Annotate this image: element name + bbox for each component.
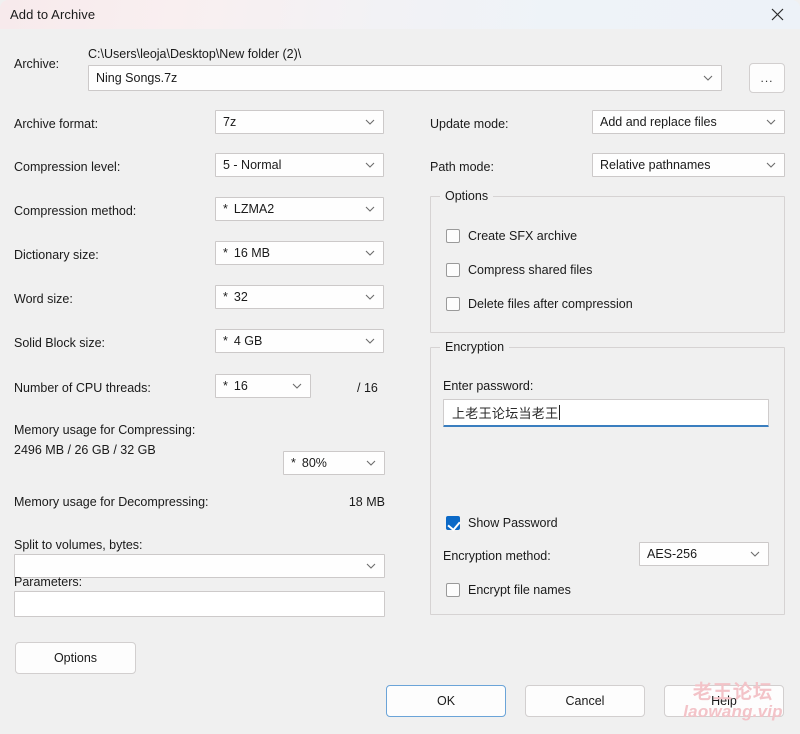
checkbox-compress-shared-files[interactable]: Compress shared files xyxy=(446,263,592,277)
chevron-down-icon xyxy=(292,381,302,391)
archive-format-value: 7z xyxy=(223,115,237,129)
compression-method-label: Compression method: xyxy=(14,204,137,218)
memory-compressing-value: 2496 MB / 26 GB / 32 GB xyxy=(14,443,156,457)
dictionary-size-combo[interactable]: * 16 MB xyxy=(215,241,384,265)
chevron-down-icon xyxy=(366,458,376,468)
chevron-down-icon xyxy=(750,549,760,559)
memory-percent-value: 80% xyxy=(301,456,327,470)
chevron-down-icon xyxy=(365,248,375,258)
checkbox-label: Create SFX archive xyxy=(468,229,578,243)
archive-label: Archive: xyxy=(14,57,60,71)
memory-compressing-label: Memory usage for Compressing: xyxy=(14,423,196,437)
chevron-down-icon xyxy=(365,204,375,214)
checkbox-show-password[interactable]: Show Password xyxy=(446,516,558,530)
chevron-down-icon xyxy=(365,117,375,127)
checkbox-label: Show Password xyxy=(468,516,558,530)
chevron-down-icon xyxy=(766,117,776,127)
ok-button[interactable]: OK xyxy=(386,685,506,717)
cpu-threads-label: Number of CPU threads: xyxy=(14,381,151,395)
compression-level-label: Compression level: xyxy=(14,160,121,174)
solid-block-size-combo[interactable]: * 4 GB xyxy=(215,329,384,353)
parameters-label: Parameters: xyxy=(14,575,83,589)
checkbox-create-sfx-archive[interactable]: Create SFX archive xyxy=(446,229,577,243)
checkbox-label: Compress shared files xyxy=(468,263,593,277)
memory-decompressing-label: Memory usage for Decompressing: xyxy=(14,495,209,509)
solid-block-size-label: Solid Block size: xyxy=(14,336,106,350)
inherited-marker: * xyxy=(223,202,228,216)
cpu-threads-combo[interactable]: * 16 xyxy=(215,374,311,398)
memory-percent-combo[interactable]: * 80% xyxy=(283,451,385,475)
archive-name-value: Ning Songs.7z xyxy=(96,71,178,85)
encryption-group-title: Encryption xyxy=(440,340,510,354)
close-icon[interactable] xyxy=(754,0,800,29)
archive-name-combo[interactable]: Ning Songs.7z xyxy=(88,65,722,91)
compression-level-value: 5 - Normal xyxy=(223,158,282,172)
word-size-value: 32 xyxy=(233,290,248,304)
checkbox-box-icon xyxy=(446,263,460,277)
titlebar: Add to Archive xyxy=(0,0,800,29)
compression-method-value: LZMA2 xyxy=(233,202,275,216)
word-size-combo[interactable]: * 32 xyxy=(215,285,384,309)
inherited-marker: * xyxy=(223,246,228,260)
add-to-archive-dialog: Add to Archive Archive: C:\Users\leoja\D… xyxy=(0,0,800,734)
chevron-down-icon xyxy=(766,160,776,170)
path-mode-combo[interactable]: Relative pathnames xyxy=(592,153,785,177)
cpu-threads-value: 16 xyxy=(233,379,248,393)
solid-block-size-value: 4 GB xyxy=(233,334,263,348)
encryption-method-combo[interactable]: AES-256 xyxy=(639,542,769,566)
window-title: Add to Archive xyxy=(10,7,96,22)
inherited-marker: * xyxy=(223,290,228,304)
chevron-down-icon xyxy=(365,160,375,170)
chevron-down-icon xyxy=(703,73,713,83)
chevron-down-icon xyxy=(365,336,375,346)
dialog-body: Archive: C:\Users\leoja\Desktop\New fold… xyxy=(0,29,800,734)
archive-path-text: C:\Users\leoja\Desktop\New folder (2)\ xyxy=(88,47,302,61)
update-mode-label: Update mode: xyxy=(430,117,509,131)
path-mode-value: Relative pathnames xyxy=(600,158,711,172)
cancel-button[interactable]: Cancel xyxy=(525,685,645,717)
compression-level-combo[interactable]: 5 - Normal xyxy=(215,153,384,177)
archive-format-combo[interactable]: 7z xyxy=(215,110,384,134)
cpu-threads-max: / 16 xyxy=(357,381,378,395)
checkbox-box-icon xyxy=(446,297,460,311)
help-button[interactable]: Help xyxy=(664,685,784,717)
browse-button[interactable]: ... xyxy=(749,63,785,93)
word-size-label: Word size: xyxy=(14,292,73,306)
text-caret xyxy=(559,405,561,420)
checkbox-box-icon xyxy=(446,583,460,597)
split-to-volumes-label: Split to volumes, bytes: xyxy=(14,538,143,552)
memory-decompressing-value: 18 MB xyxy=(348,495,385,509)
inherited-marker: * xyxy=(223,379,228,393)
enter-password-label: Enter password: xyxy=(443,379,534,393)
inherited-marker: * xyxy=(223,334,228,348)
dictionary-size-label: Dictionary size: xyxy=(14,248,99,262)
dictionary-size-value: 16 MB xyxy=(233,246,271,260)
checkbox-box-icon xyxy=(446,516,460,530)
compression-method-combo[interactable]: * LZMA2 xyxy=(215,197,384,221)
chevron-down-icon xyxy=(365,292,375,302)
update-mode-combo[interactable]: Add and replace files xyxy=(592,110,785,134)
encryption-method-value: AES-256 xyxy=(647,547,698,561)
password-value: 上老王论坛当老王 xyxy=(452,407,559,422)
checkbox-delete-files-after-compression[interactable]: Delete files after compression xyxy=(446,297,633,311)
options-group-title: Options xyxy=(440,189,494,203)
checkbox-box-icon xyxy=(446,229,460,243)
checkbox-label: Delete files after compression xyxy=(468,297,633,311)
encryption-method-label: Encryption method: xyxy=(443,549,551,563)
path-mode-label: Path mode: xyxy=(430,160,494,174)
password-input[interactable]: 上老王论坛当老王 xyxy=(443,399,769,427)
archive-format-label: Archive format: xyxy=(14,117,99,131)
update-mode-value: Add and replace files xyxy=(600,115,717,129)
chevron-down-icon xyxy=(366,561,376,571)
inherited-marker: * xyxy=(291,456,296,470)
checkbox-label: Encrypt file names xyxy=(468,583,571,597)
checkbox-encrypt-file-names[interactable]: Encrypt file names xyxy=(446,583,571,597)
options-button[interactable]: Options xyxy=(15,642,136,674)
parameters-input[interactable] xyxy=(14,591,385,617)
